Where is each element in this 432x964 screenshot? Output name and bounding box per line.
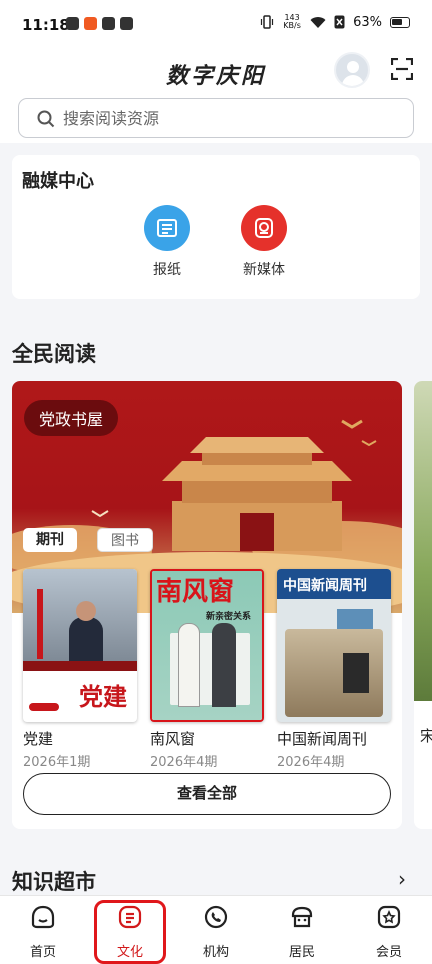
book-issue: 2026年4期 (277, 755, 345, 770)
resident-icon (291, 906, 313, 928)
app-notification-icon (84, 17, 97, 30)
book-item[interactable]: 南风窗 新亲密关系 南风窗 2026年4期 (150, 569, 264, 770)
nav-member[interactable]: 会员 (359, 904, 419, 960)
knowledge-section-title: 知识超市 (12, 870, 96, 894)
home-icon (31, 905, 55, 929)
notification-icons (66, 17, 133, 30)
search-icon (37, 110, 55, 128)
network-speed: 143 KB/s (283, 13, 301, 30)
reading-card: 党政书屋 期刊 图书 党建 党建 2026年1期 南风窗 新亲密关系 南风窗 2… (12, 381, 402, 829)
book-issue: 2026年1期 (23, 755, 91, 770)
book-cover[interactable]: 党建 (23, 569, 137, 722)
battery-percent: 63% (353, 14, 382, 30)
app-notification-icon (66, 17, 79, 30)
media-center-title: 融媒中心 (22, 171, 94, 192)
tab-books[interactable]: 图书 (97, 528, 153, 552)
book-item[interactable]: 党建 党建 2026年1期 (23, 569, 137, 770)
reading-section-title: 全民阅读 (12, 342, 96, 366)
book-cover[interactable]: 中国新闻周刊 (277, 569, 391, 722)
cover-subtitle: 新亲密关系 (206, 612, 252, 622)
scan-icon[interactable] (391, 58, 413, 80)
wifi-icon (310, 16, 326, 28)
newspaper-button[interactable]: 报纸 (132, 205, 202, 279)
media-center-card: 融媒中心 报纸 新媒体 (12, 155, 420, 299)
search-bar[interactable] (18, 98, 414, 138)
nav-label: 机构 (202, 945, 229, 960)
status-right: 143 KB/s 63% (260, 14, 410, 30)
new-media-icon (241, 205, 287, 251)
next-card-peek[interactable]: 宋 (414, 381, 432, 829)
tiktok-icon (120, 17, 133, 30)
cover-text: 中国新闻周刊 (283, 578, 367, 594)
member-icon (377, 905, 401, 929)
book-issue: 2026年4期 (150, 755, 218, 770)
new-media-button[interactable]: 新媒体 (229, 205, 299, 279)
book-title: 中国新闻周刊 (277, 730, 368, 748)
nav-resident[interactable]: 居民 (272, 904, 332, 960)
active-tab-highlight (94, 900, 166, 964)
book-title: 党建 (23, 730, 54, 748)
view-all-button[interactable]: 查看全部 (23, 773, 391, 815)
cover-text: 南风窗 (156, 577, 235, 607)
peek-text: 宋 (420, 727, 432, 745)
app-notification-icon (102, 17, 115, 30)
newspaper-icon (144, 205, 190, 251)
nav-institution[interactable]: 机构 (186, 904, 246, 960)
book-item[interactable]: 中国新闻周刊 中国新闻周刊 2026年4期 (277, 569, 391, 770)
book-title: 南风窗 (150, 730, 196, 748)
bottom-nav: 首页 文化 机构 居民 会员 (0, 895, 432, 964)
no-sim-icon (334, 15, 345, 29)
phone-icon (204, 905, 228, 929)
search-input[interactable] (63, 105, 393, 131)
status-bar: 11:18 143 KB/s 63% (0, 0, 432, 50)
cover-text: 党建 (79, 682, 127, 711)
nav-label: 首页 (29, 945, 56, 960)
new-media-label: 新媒体 (243, 262, 285, 278)
vibrate-icon (260, 15, 274, 29)
banner-label: 党政书屋 (24, 400, 119, 436)
newspaper-label: 报纸 (153, 262, 181, 278)
nav-label: 居民 (288, 945, 315, 960)
status-time: 11:18 (22, 16, 70, 34)
nav-home[interactable]: 首页 (13, 904, 73, 960)
app-header: 数字庆阳 (0, 50, 432, 143)
tab-periodical[interactable]: 期刊 (23, 528, 77, 552)
nav-label: 会员 (375, 945, 402, 960)
avatar[interactable] (334, 52, 370, 88)
book-cover[interactable]: 南风窗 新亲密关系 (150, 569, 264, 722)
battery-icon (390, 16, 410, 28)
chevron-right-icon[interactable]: › (398, 867, 406, 891)
